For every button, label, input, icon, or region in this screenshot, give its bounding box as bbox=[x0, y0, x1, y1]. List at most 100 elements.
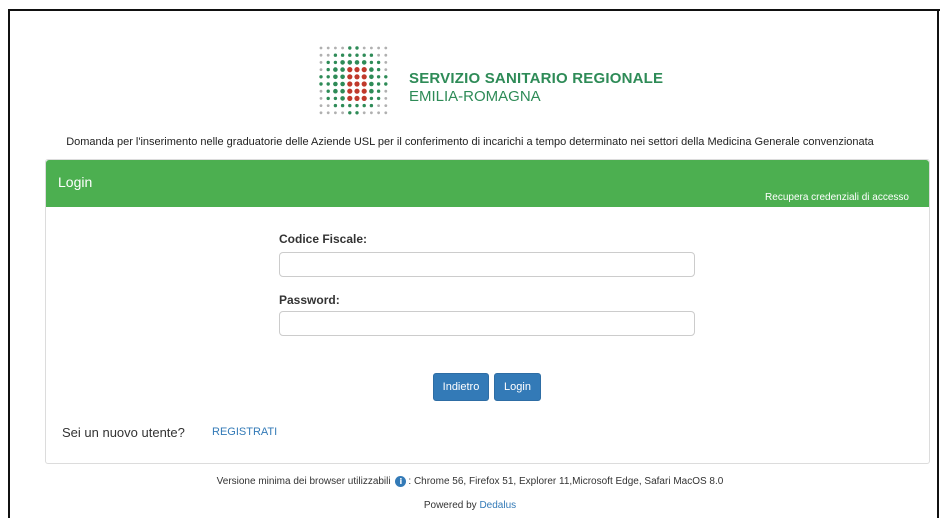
logo-dot bbox=[384, 53, 388, 57]
logo-dot bbox=[355, 46, 359, 50]
logo-dot bbox=[362, 46, 366, 50]
logo-dot bbox=[347, 74, 353, 80]
browser-list: : Chrome 56, Firefox 51, Explorer 11,Mic… bbox=[408, 476, 724, 488]
logo-dot bbox=[384, 46, 388, 50]
logo-dot bbox=[319, 68, 323, 71]
codice-fiscale-input[interactable] bbox=[279, 252, 695, 277]
logo-dot bbox=[384, 111, 388, 115]
logo-dot bbox=[355, 103, 359, 108]
logo-dot bbox=[326, 89, 330, 93]
password-input[interactable] bbox=[279, 311, 695, 336]
login-button[interactable]: Login bbox=[494, 373, 541, 401]
logo-dot bbox=[384, 104, 388, 107]
logo-dot bbox=[326, 67, 330, 72]
logo-dot bbox=[340, 81, 345, 87]
logo-dot bbox=[319, 46, 323, 50]
logo-dot bbox=[340, 67, 345, 72]
register-link[interactable]: REGISTRATI bbox=[212, 426, 277, 438]
logo-dot bbox=[369, 67, 374, 72]
logo-dot bbox=[376, 67, 381, 72]
logo-dot bbox=[333, 53, 338, 57]
logo-dot bbox=[340, 60, 345, 65]
logo-dot bbox=[361, 60, 367, 65]
logo-dot bbox=[361, 81, 367, 87]
logo-dot bbox=[384, 82, 388, 86]
logo-dot bbox=[354, 74, 360, 80]
logo-dot bbox=[369, 103, 374, 108]
logo-dot bbox=[369, 60, 374, 65]
recover-credentials-link[interactable]: Recupera credenziali di accesso bbox=[765, 192, 909, 203]
logo-dot bbox=[319, 61, 323, 64]
logo-dot bbox=[355, 53, 359, 57]
new-user-prompt: Sei un nuovo utente? bbox=[62, 425, 185, 440]
logo-dot bbox=[326, 96, 330, 101]
ssr-logo: SERVIZIO SANITARIO REGIONALE EMILIA-ROMA… bbox=[317, 44, 663, 122]
logo-dot bbox=[319, 111, 323, 115]
logo-dot bbox=[377, 53, 380, 57]
logo-dot bbox=[319, 75, 323, 79]
logo-dot bbox=[341, 46, 344, 50]
login-panel-header: Login Recupera credenziali di accesso bbox=[46, 160, 929, 207]
back-button[interactable]: Indietro bbox=[433, 373, 489, 401]
logo-dot bbox=[326, 111, 330, 115]
logo-dot bbox=[369, 81, 374, 87]
logo-dot bbox=[326, 46, 330, 50]
logo-dot bbox=[384, 61, 388, 64]
page-subtitle: Domanda per l'inserimento nelle graduato… bbox=[66, 136, 874, 148]
logo-dot bbox=[376, 60, 381, 65]
logo-dot bbox=[376, 89, 381, 93]
logo-dot bbox=[348, 46, 352, 50]
logo-dot bbox=[354, 60, 360, 65]
logo-dot bbox=[354, 67, 360, 73]
logo-dot bbox=[326, 104, 330, 107]
logo-dot bbox=[340, 53, 345, 57]
logo-dot bbox=[347, 95, 353, 101]
logo-dot bbox=[340, 103, 345, 108]
logo-dot bbox=[361, 95, 367, 101]
logo-dot bbox=[347, 81, 353, 87]
logo-dot bbox=[384, 68, 388, 71]
logo-dot bbox=[333, 60, 338, 65]
logo-dot bbox=[362, 103, 366, 108]
logo-dot bbox=[376, 82, 381, 86]
logo-dot bbox=[326, 82, 330, 86]
dedalus-link[interactable]: Dedalus bbox=[479, 500, 516, 511]
logo-dot bbox=[376, 96, 381, 101]
logo-dot bbox=[341, 111, 344, 115]
logo-dot bbox=[333, 103, 338, 108]
logo-dot bbox=[376, 75, 381, 79]
logo-dot bbox=[355, 111, 359, 115]
info-icon[interactable]: i bbox=[395, 476, 407, 487]
logo-dot bbox=[377, 111, 380, 115]
logo-dot bbox=[333, 74, 338, 80]
logo-dot bbox=[333, 67, 338, 72]
logo-dot bbox=[340, 96, 345, 101]
password-label: Password: bbox=[279, 293, 340, 307]
logo-dot bbox=[354, 88, 360, 94]
logo-dot bbox=[326, 60, 330, 65]
logo-dot bbox=[361, 67, 367, 73]
logo-dot bbox=[384, 97, 388, 100]
window-border-left bbox=[8, 9, 10, 518]
browser-requirements: Versione minima dei browser utilizzabili… bbox=[12, 476, 928, 487]
powered-by: Powered by Dedalus bbox=[12, 500, 928, 511]
logo-dot bbox=[361, 74, 367, 80]
logo-dot bbox=[319, 89, 323, 93]
codice-fiscale-label: Codice Fiscale: bbox=[279, 232, 368, 246]
logo-dot bbox=[384, 75, 388, 79]
window-border-top bbox=[8, 9, 940, 11]
window-border-right bbox=[937, 9, 939, 518]
powered-prefix: Powered by bbox=[423, 500, 477, 511]
logo-dot bbox=[384, 89, 388, 93]
logo-dot bbox=[362, 111, 366, 115]
logo-dot bbox=[326, 75, 330, 79]
logo-dot bbox=[369, 88, 374, 94]
logo-dot bbox=[319, 53, 323, 57]
logo-dot bbox=[348, 53, 352, 57]
logo-dot bbox=[377, 104, 380, 107]
logo-dot bbox=[370, 111, 373, 115]
logo-dot bbox=[340, 74, 345, 80]
logo-dot bbox=[333, 88, 338, 94]
logo-dot bbox=[354, 95, 360, 101]
logo-dot bbox=[333, 96, 338, 101]
